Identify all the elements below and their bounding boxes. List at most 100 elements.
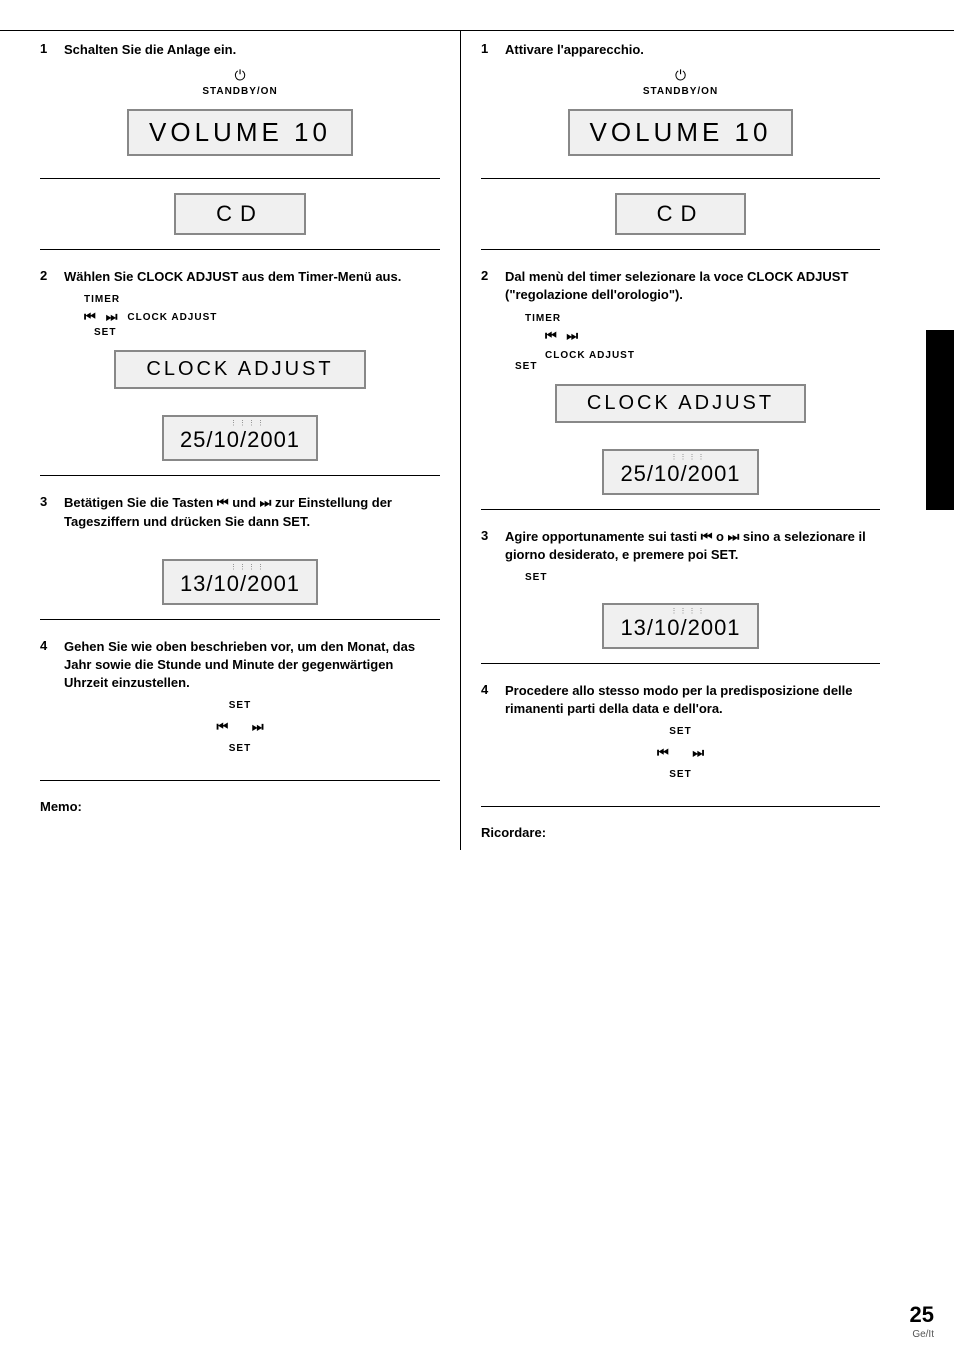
right-date2-display: ⋮⋮⋮⋮ 13/10/2001	[602, 603, 758, 649]
right-clock-display-wrapper: CLOCK ADJUST	[481, 378, 880, 429]
left-date1-display: ⋮⋮⋮⋮ 25/10/2001	[162, 415, 318, 461]
left-step4-nav-left: ⏮	[216, 719, 228, 735]
left-date1-outer: ⋮⋮⋮⋮ 25/10/2001	[162, 415, 318, 461]
right-section-2: 2 Dal menù del timer selezionare la voce…	[481, 258, 880, 438]
left-step3-text: Betätigen Sie die Tasten ⏮ und ⏭ zur Ein…	[64, 494, 440, 530]
left-step1-header: 1 Schalten Sie die Anlage ein.	[40, 41, 440, 59]
left-nav-row: ⏮ ⏭ CLOCK ADJUST	[84, 309, 440, 325]
right-date1-value: 25/10/2001	[620, 461, 740, 486]
right-divider4	[481, 663, 880, 664]
right-nav-right: ⏭	[566, 328, 578, 344]
left-section-2: 2 Wählen Sie CLOCK ADJUST aus dem Timer-…	[40, 258, 440, 405]
left-memo-label: Memo:	[40, 799, 82, 814]
right-step3-set: SET	[505, 572, 880, 583]
right-step1-header: 1 Attivare l'apparecchio.	[481, 41, 880, 59]
left-clock-display-wrapper: CLOCK ADJUST	[40, 344, 440, 395]
right-date2-value: 13/10/2001	[620, 615, 740, 640]
right-date1-wrapper: ⋮⋮⋮⋮ 25/10/2001	[481, 443, 880, 501]
left-step4-set-label1: SET	[40, 700, 440, 711]
right-step1-text: Attivare l'apparecchio.	[505, 41, 644, 59]
left-date2-ticks: ⋮⋮⋮⋮	[164, 563, 316, 571]
right-date2-ticks: ⋮⋮⋮⋮	[604, 607, 756, 615]
right-volume-display-wrapper: VOLUME 10	[481, 103, 880, 162]
right-sidebar-block	[926, 330, 954, 510]
left-cd-display: CD	[174, 193, 306, 235]
left-step4-set2: SET	[40, 743, 440, 754]
right-step4-nav-left: ⏮	[657, 745, 669, 761]
right-ricordare-label: Ricordare:	[481, 825, 546, 840]
left-step4-nav-right: ⏭	[252, 719, 264, 735]
left-step2-text: Wählen Sie CLOCK ADJUST aus dem Timer-Me…	[64, 268, 401, 286]
right-step3-set-label: SET	[525, 572, 880, 583]
left-divider1	[40, 178, 440, 179]
left-divider2	[40, 249, 440, 250]
right-ricordare-section: Ricordare:	[481, 815, 880, 850]
right-step3-text: Agire opportunamente sui tasti ⏮ o ⏭ sin…	[505, 528, 880, 564]
right-volume-display: VOLUME 10	[568, 109, 794, 156]
right-step4-set-label2: SET	[481, 769, 880, 780]
right-step3-number: 3	[481, 528, 495, 543]
left-section-4: 4 Gehen Sie wie oben beschrieben vor, um…	[40, 628, 440, 773]
right-step2-text: Dal menù del timer selezionare la voce C…	[505, 268, 880, 304]
right-step1-number: 1	[481, 41, 495, 56]
left-clock-adjust-label: CLOCK ADJUST	[127, 312, 217, 323]
left-step2-controls: TIMER ⏮ ⏭ CLOCK ADJUST SET	[64, 294, 440, 338]
left-date2-wrapper: ⋮⋮⋮⋮ 13/10/2001	[40, 553, 440, 611]
left-timer-label: TIMER	[84, 294, 440, 305]
right-step2-controls: TIMER ⏮ ⏭ CLOCK ADJUST SET	[505, 313, 880, 372]
left-nav-left: ⏮	[84, 309, 96, 325]
left-step1-number: 1	[40, 41, 54, 56]
left-section-1: 1 Schalten Sie die Anlage ein. ⏻ STANDBY…	[40, 31, 440, 172]
right-clock-label-row: CLOCK ADJUST	[545, 346, 880, 361]
right-standby-label: STANDBY/ON	[481, 86, 880, 97]
right-step4-nav: ⏮ ⏭	[481, 745, 880, 761]
right-step4-number: 4	[481, 682, 495, 697]
left-clock-display: CLOCK ADJUST	[114, 350, 365, 389]
left-memo-section: Memo:	[40, 789, 440, 824]
left-step2-number: 2	[40, 268, 54, 283]
right-step1-icons: ⏻ STANDBY/ON	[481, 67, 880, 97]
right-date1-ticks: ⋮⋮⋮⋮	[604, 453, 756, 461]
right-date1-display: ⋮⋮⋮⋮ 25/10/2001	[602, 449, 758, 495]
left-step1-icons: ⏻ STANDBY/ON	[40, 67, 440, 97]
left-step3-number: 3	[40, 494, 54, 509]
left-step4-header: 4 Gehen Sie wie oben beschrieben vor, um…	[40, 638, 440, 693]
right-step3-header: 3 Agire opportunamente sui tasti ⏮ o ⏭ s…	[481, 528, 880, 564]
left-standby-label: STANDBY/ON	[40, 86, 440, 97]
right-step4-header: 4 Procedere allo stesso modo per la pred…	[481, 682, 880, 718]
left-date1-value: 25/10/2001	[180, 427, 300, 452]
right-divider5	[481, 806, 880, 807]
left-step4-number: 4	[40, 638, 54, 653]
left-divider3	[40, 475, 440, 476]
page-number: 25	[910, 1302, 934, 1328]
right-section-3: 3 Agire opportunamente sui tasti ⏮ o ⏭ s…	[481, 518, 880, 593]
right-clock-display: CLOCK ADJUST	[555, 384, 806, 423]
right-step4-nav-right: ⏭	[692, 745, 704, 761]
right-section-4: 4 Procedere allo stesso modo per la pred…	[481, 672, 880, 798]
left-divider4	[40, 619, 440, 620]
right-step2-number: 2	[481, 268, 495, 283]
right-timer-label: TIMER	[525, 313, 880, 324]
left-step4-set1: SET	[40, 700, 440, 711]
left-date2-value: 13/10/2001	[180, 571, 300, 596]
right-nav-left: ⏮	[545, 328, 557, 344]
left-volume-display-wrapper: VOLUME 10	[40, 103, 440, 162]
right-step2-header: 2 Dal menù del timer selezionare la voce…	[481, 268, 880, 304]
right-cd-wrapper: CD	[481, 187, 880, 241]
right-date2-outer: ⋮⋮⋮⋮ 13/10/2001	[602, 603, 758, 649]
left-section-3: 3 Betätigen Sie die Tasten ⏮ und ⏭ zur E…	[40, 484, 440, 548]
left-nav-right: ⏭	[106, 309, 118, 325]
right-power-icon: ⏻	[481, 67, 880, 84]
right-date1-outer: ⋮⋮⋮⋮ 25/10/2001	[602, 449, 758, 495]
left-date2-outer: ⋮⋮⋮⋮ 13/10/2001	[162, 559, 318, 605]
right-divider3	[481, 509, 880, 510]
left-set-label: SET	[94, 327, 440, 338]
right-step4-text: Procedere allo stesso modo per la predis…	[505, 682, 880, 718]
left-step4-set-label2: SET	[40, 743, 440, 754]
left-step4-nav: ⏮ ⏭	[40, 719, 440, 735]
left-date1-ticks: ⋮⋮⋮⋮	[164, 419, 316, 427]
left-step2-header: 2 Wählen Sie CLOCK ADJUST aus dem Timer-…	[40, 268, 440, 286]
right-column: 1 Attivare l'apparecchio. ⏻ STANDBY/ON V…	[460, 31, 920, 850]
left-column: 1 Schalten Sie die Anlage ein. ⏻ STANDBY…	[0, 31, 460, 850]
page-container: 1 Schalten Sie die Anlage ein. ⏻ STANDBY…	[0, 0, 954, 1348]
